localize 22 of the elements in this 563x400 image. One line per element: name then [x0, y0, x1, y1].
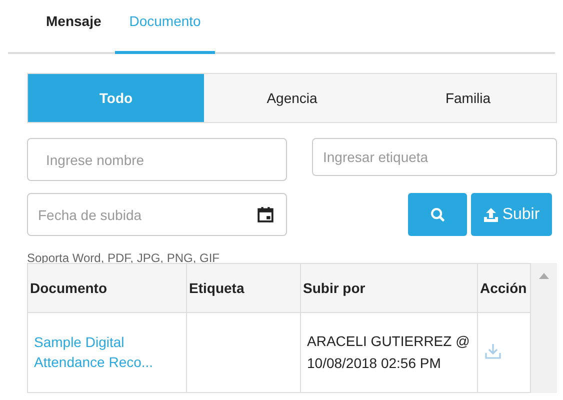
tag-field[interactable]: Ingresar etiqueta [312, 138, 557, 176]
column-header: Acción [478, 264, 530, 312]
tab[interactable]: Documento [115, 0, 215, 54]
date-field[interactable]: Fecha de subida [27, 193, 287, 236]
upload-button[interactable]: Subir [471, 193, 552, 236]
table-cell: ARACELI GUTIERREZ @ 10/08/2018 02:56 PM [300, 312, 478, 392]
scrollbar[interactable] [531, 263, 557, 393]
scroll-up-icon[interactable] [539, 273, 549, 279]
search-button[interactable] [408, 193, 467, 236]
upload-icon [483, 206, 500, 222]
tab[interactable]: Mensaje [38, 0, 110, 54]
filter-tab[interactable]: Familia [380, 74, 556, 122]
supported-formats-text: Soporta Word, PDF, JPG, PNG, GIF [27, 251, 220, 265]
filter-tab[interactable]: Todo [28, 74, 204, 122]
name-field[interactable]: Ingrese nombre [27, 138, 287, 181]
download-icon[interactable] [484, 342, 502, 360]
search-icon [430, 207, 445, 222]
column-header: Subir por [300, 264, 478, 312]
filter-tab[interactable]: Agencia [204, 74, 380, 122]
column-header: Etiqueta [186, 264, 300, 312]
calendar-icon[interactable] [257, 206, 274, 223]
column-header: Documento [28, 264, 186, 312]
